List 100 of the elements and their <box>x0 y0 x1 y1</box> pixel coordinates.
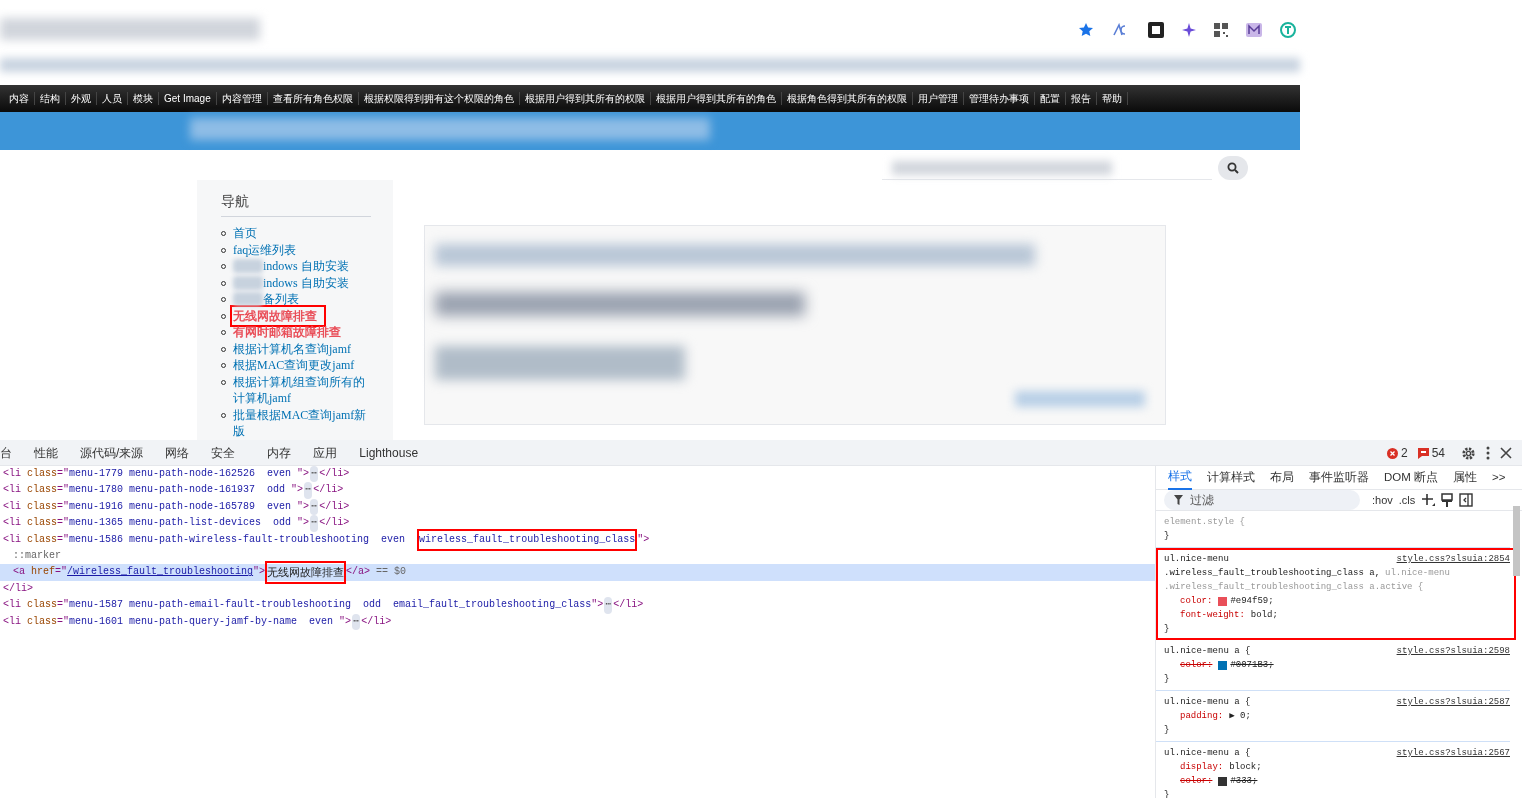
qr-code-icon[interactable] <box>1214 23 1228 37</box>
search-icon <box>1227 162 1239 174</box>
sparkle-icon[interactable] <box>1182 23 1196 37</box>
code-line: <li class="menu-1587 menu-path-email-fault-troubleshooting odd email_fault_troubleshooting_class"> ⋯ </li> <box>0 597 1155 614</box>
css-brace: } <box>1164 789 1170 798</box>
css-property: color: <box>1180 659 1213 672</box>
nav-link[interactable]: indows 自助安装 <box>263 258 349 275</box>
menu-item[interactable]: 模块 <box>128 92 159 105</box>
devtools-tab[interactable]: 源代码/来源 <box>80 440 144 465</box>
code-line: <li class="menu-1365 menu-path-list-devices odd "> ⋯ </li> <box>0 515 1155 532</box>
more-icon[interactable] <box>1486 446 1490 460</box>
color-swatch[interactable] <box>1218 596 1228 606</box>
devtools-tab[interactable]: Lighthouse <box>359 440 419 465</box>
source-link[interactable]: style.css?slsuia:2567 <box>1396 746 1510 760</box>
devtools-tab[interactable]: 内存 <box>267 440 292 465</box>
menu-item[interactable]: 配置 <box>1034 92 1066 105</box>
menu-item[interactable]: 帮助 <box>1096 92 1128 105</box>
menu-item[interactable]: 人员 <box>97 92 128 105</box>
menu-item[interactable]: 查看所有角色权限 <box>267 92 359 105</box>
menu-item[interactable]: 内容 <box>4 92 35 105</box>
nav-link[interactable]: 批量根据MAC查询jamf新版 <box>233 406 373 440</box>
issue-icon <box>1417 447 1429 459</box>
css-value: #333; <box>1230 775 1258 788</box>
nav-link[interactable]: faq运维列表 <box>233 241 297 258</box>
styles-tab[interactable]: 计算样式 <box>1207 465 1255 490</box>
css-brace: } <box>1164 673 1170 686</box>
menu-item[interactable]: 报告 <box>1065 92 1097 105</box>
devtools-tab[interactable]: 安全 <box>211 440 236 465</box>
nav-link[interactable]: indows 自助安装 <box>263 274 349 291</box>
add-icon[interactable] <box>1421 493 1436 507</box>
source-link[interactable]: style.css?slsuia:2587 <box>1396 695 1510 709</box>
menu-item[interactable]: 根据权限得到拥有这个权限的角色 <box>358 92 520 105</box>
css-selector: ul.nice-menu a { <box>1164 696 1251 709</box>
nav-link[interactable]: 备列表 <box>263 291 299 308</box>
filter-field[interactable]: 过滤 <box>1164 490 1360 510</box>
close-icon[interactable] <box>1500 447 1512 459</box>
menu-item[interactable]: 外观 <box>66 92 97 105</box>
menu-item[interactable]: 管理待办事项 <box>963 92 1035 105</box>
code-line: </li> <box>2 581 34 596</box>
code-line: <li class="menu-1601 menu-path-query-jamf-by-name even "> ⋯ </li> <box>0 613 1155 630</box>
menu-item[interactable]: 内容管理 <box>216 92 268 105</box>
css-selector: .wireless_fault_troubleshooting_class a, <box>1164 567 1381 580</box>
css-value: block; <box>1229 761 1262 774</box>
css-selector: ul.nice-menu <box>1385 567 1450 580</box>
search-button[interactable] <box>1218 156 1248 180</box>
extension-icon[interactable] <box>1148 22 1164 38</box>
code-line: <li class="menu-1779 menu-path-node-162526 even "> ⋯ </li> <box>0 466 1155 483</box>
expand-button[interactable]: ⋯ <box>352 613 361 630</box>
star-icon[interactable] <box>1078 22 1094 38</box>
nav-link[interactable]: 根据计算机组查询所有的计算机jamf <box>233 373 373 407</box>
settings-icon[interactable] <box>1461 445 1476 461</box>
css-property: color: <box>1180 595 1213 608</box>
source-link[interactable]: style.css?slsuia:2854 <box>1396 552 1510 566</box>
menu-item[interactable]: 根据角色得到其所有的权限 <box>781 92 913 105</box>
styles-tab[interactable]: >> <box>1492 465 1506 490</box>
devtools-tab[interactable]: 台 <box>0 440 12 465</box>
expand-button[interactable]: ⋯ <box>310 466 319 483</box>
expand-button[interactable]: ⋯ <box>310 498 319 516</box>
css-property: font-weight: <box>1180 609 1245 622</box>
scrollbar[interactable] <box>1513 506 1520 576</box>
code-line: <li class="menu-1586 menu-path-wireless-fault-troubleshooting even wireless_fault_troubleshooting_class "> <box>0 531 1155 548</box>
styles-tab[interactable]: 事件监听器 <box>1309 465 1369 490</box>
css-brace: } <box>1164 724 1170 737</box>
expand-button[interactable]: ⋯ <box>604 597 613 614</box>
menu-item[interactable]: 用户管理 <box>912 92 964 105</box>
menu-item[interactable]: Get Image <box>159 92 217 105</box>
css-value: #0071B3; <box>1230 659 1274 672</box>
error-icon <box>1386 447 1398 459</box>
issue-count: 54 <box>1431 445 1445 462</box>
error-count: 2 <box>1400 445 1408 462</box>
expand-button[interactable]: ⋯ <box>304 482 313 499</box>
color-swatch[interactable] <box>1218 660 1228 670</box>
styles-tab[interactable]: DOM 断点 <box>1384 465 1439 490</box>
devtools-tab[interactable]: 性能 <box>34 440 58 465</box>
code-line: <li class="menu-1780 menu-path-node-161937 odd "> ⋯ </li> <box>0 482 1155 499</box>
devtools-tab[interactable]: 应用 <box>313 440 338 465</box>
css-brace: } <box>1164 530 1170 543</box>
styles-tab[interactable]: 布局 <box>1270 465 1294 490</box>
css-selector: element.style { <box>1164 516 1245 529</box>
hover-state-button[interactable]: :hov <box>1372 491 1393 509</box>
sidebar-toggle-icon[interactable] <box>1459 493 1474 507</box>
styles-tab[interactable]: 属性 <box>1453 465 1478 490</box>
css-property: padding: <box>1180 710 1224 723</box>
nav-link[interactable]: 根据MAC查询更改jamf <box>233 357 355 374</box>
paint-icon[interactable] <box>1441 493 1454 507</box>
code-line: <li class="menu-1916 menu-path-node-165789 even "> ⋯ </li> <box>0 498 1155 516</box>
source-link[interactable]: style.css?slsuia:2598 <box>1396 644 1510 658</box>
css-selector: ul.nice-menu <box>1164 553 1229 566</box>
color-swatch[interactable] <box>1218 776 1228 786</box>
devtools-tab[interactable]: 网络 <box>165 440 190 465</box>
menu-item[interactable]: 根据用户得到其所有的角色 <box>650 92 782 105</box>
menu-item[interactable]: 结构 <box>35 92 66 105</box>
menu-item[interactable]: 根据用户得到其所有的权限 <box>519 92 651 105</box>
expand-button[interactable]: ⋯ <box>310 515 319 532</box>
nav-link[interactable]: 根据计算机名查询jamf <box>233 340 351 357</box>
code-line: ::marker <box>12 548 62 563</box>
class-button[interactable]: .cls <box>1398 491 1416 509</box>
css-property: color: <box>1180 775 1213 788</box>
css-property: display: <box>1180 761 1224 774</box>
nav-link[interactable]: 首页 <box>233 225 257 242</box>
